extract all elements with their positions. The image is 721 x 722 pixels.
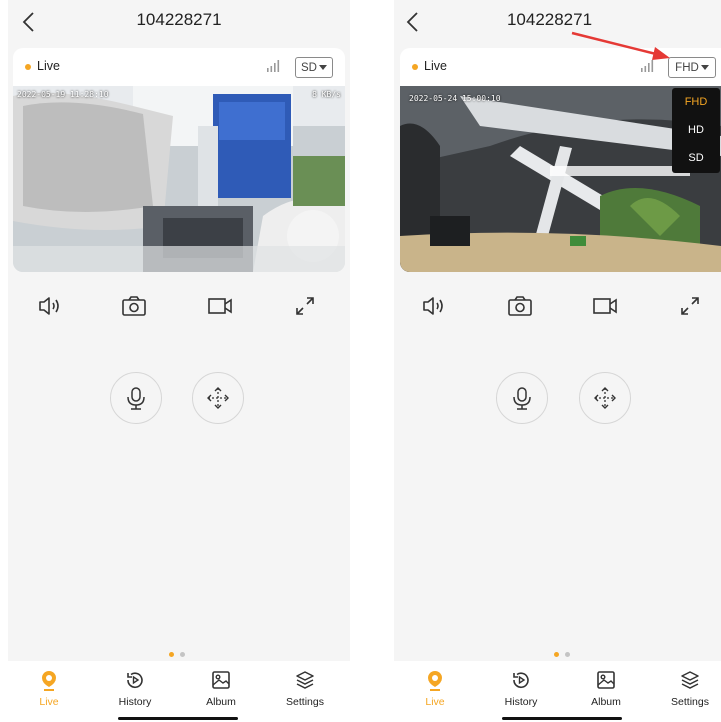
snapshot-button[interactable] bbox=[120, 292, 148, 320]
speaker-button[interactable] bbox=[36, 292, 64, 320]
signal-strength-icon bbox=[267, 60, 280, 72]
live-label: Live bbox=[424, 59, 447, 73]
album-icon bbox=[212, 671, 230, 689]
record-icon bbox=[593, 298, 617, 314]
fullscreen-button[interactable] bbox=[291, 292, 319, 320]
quality-selector-button[interactable]: FHD bbox=[668, 57, 716, 78]
live-status-dot bbox=[25, 64, 31, 70]
microphone-icon bbox=[127, 387, 145, 410]
ptz-control-button[interactable] bbox=[579, 372, 631, 424]
speaker-icon bbox=[423, 297, 443, 315]
live-card: Live SD 2022-05-19 11:28:10 8 KB/s bbox=[13, 48, 345, 272]
chevron-down-icon bbox=[318, 65, 327, 70]
left-screen: 104228271 Live SD 2022-05-19 11:28:10 8 … bbox=[8, 0, 350, 722]
tab-album-label: Album bbox=[206, 696, 236, 708]
record-button[interactable] bbox=[206, 292, 234, 320]
tab-live-label: Live bbox=[425, 696, 445, 708]
tab-settings[interactable]: Settings bbox=[270, 669, 340, 708]
home-indicator bbox=[502, 717, 622, 720]
tab-album[interactable]: Album bbox=[186, 669, 256, 708]
tab-settings[interactable]: Settings bbox=[655, 669, 721, 708]
quality-option-fhd[interactable]: FHD bbox=[672, 88, 720, 116]
record-button[interactable] bbox=[591, 292, 619, 320]
signal-strength-icon bbox=[641, 60, 654, 72]
page-indicator bbox=[169, 652, 185, 657]
page-dot-active bbox=[554, 652, 559, 657]
album-icon bbox=[597, 671, 615, 689]
top-bar: 104228271 bbox=[8, 0, 350, 44]
tab-history-label: History bbox=[118, 696, 152, 708]
snapshot-icon bbox=[508, 296, 532, 316]
tab-live[interactable]: Live bbox=[14, 669, 84, 708]
tab-history-label: History bbox=[504, 696, 538, 708]
tab-history[interactable]: History bbox=[486, 669, 556, 708]
tab-settings-label: Settings bbox=[671, 696, 709, 708]
page-indicator bbox=[554, 652, 570, 657]
fullscreen-icon bbox=[681, 297, 699, 315]
device-title: 104228271 bbox=[506, 10, 593, 29]
history-icon bbox=[513, 672, 529, 688]
microphone-button[interactable] bbox=[110, 372, 162, 424]
bottom-tab-bar: Live History Album Settings bbox=[8, 661, 350, 722]
fullscreen-icon bbox=[296, 297, 314, 315]
speaker-button[interactable] bbox=[420, 292, 448, 320]
osd-timestamp: 2022-05-24 15:00:10 bbox=[409, 94, 501, 103]
tab-album-label: Album bbox=[591, 696, 621, 708]
page-dot-active bbox=[169, 652, 174, 657]
ptz-control-button[interactable] bbox=[192, 372, 244, 424]
live-card-header: Live SD bbox=[13, 48, 345, 86]
osd-timestamp: 2022-05-19 11:28:10 bbox=[17, 90, 109, 99]
live-pin-icon bbox=[428, 671, 442, 691]
live-pin-icon bbox=[42, 671, 56, 691]
live-label: Live bbox=[37, 59, 60, 73]
live-video-feed[interactable]: 2022-05-19 11:28:10 8 KB/s bbox=[13, 86, 345, 272]
quality-selector-button[interactable]: SD bbox=[295, 57, 333, 78]
quality-option-hd[interactable]: HD bbox=[672, 116, 720, 144]
chevron-down-icon bbox=[700, 65, 709, 70]
tab-live[interactable]: Live bbox=[400, 669, 470, 708]
live-card-header: Live FHD bbox=[400, 48, 721, 86]
playback-controls bbox=[394, 292, 721, 324]
playback-controls bbox=[8, 292, 350, 324]
snapshot-button[interactable] bbox=[506, 292, 534, 320]
top-bar: 104228271 bbox=[394, 0, 721, 44]
tab-history[interactable]: History bbox=[100, 669, 170, 708]
page-dot bbox=[180, 652, 185, 657]
bottom-tab-bar: Live History Album Settings bbox=[394, 661, 721, 722]
tab-settings-label: Settings bbox=[286, 696, 324, 708]
home-indicator bbox=[118, 717, 238, 720]
quality-dropdown-menu: FHD HD SD bbox=[672, 88, 720, 173]
microphone-button[interactable] bbox=[496, 372, 548, 424]
fullscreen-button[interactable] bbox=[676, 292, 704, 320]
tab-live-label: Live bbox=[39, 696, 59, 708]
quality-label: SD bbox=[301, 61, 317, 74]
ptz-icon bbox=[207, 387, 229, 409]
osd-bitrate: 8 KB/s bbox=[312, 90, 341, 99]
device-title: 104228271 bbox=[136, 10, 222, 29]
history-icon bbox=[127, 672, 143, 688]
page-dot bbox=[565, 652, 570, 657]
settings-icon bbox=[681, 671, 699, 689]
tab-album[interactable]: Album bbox=[571, 669, 641, 708]
speaker-icon bbox=[39, 297, 59, 315]
quality-option-sd[interactable]: SD bbox=[672, 144, 720, 172]
right-screen: 104228271 Live FHD 2022-05-24 15:00:10 F… bbox=[394, 0, 721, 722]
snapshot-icon bbox=[122, 296, 146, 316]
ptz-icon bbox=[594, 387, 616, 409]
settings-icon bbox=[296, 671, 314, 689]
live-status-dot bbox=[412, 64, 418, 70]
record-icon bbox=[208, 298, 232, 314]
quality-label: FHD bbox=[675, 61, 699, 74]
microphone-icon bbox=[513, 387, 531, 410]
